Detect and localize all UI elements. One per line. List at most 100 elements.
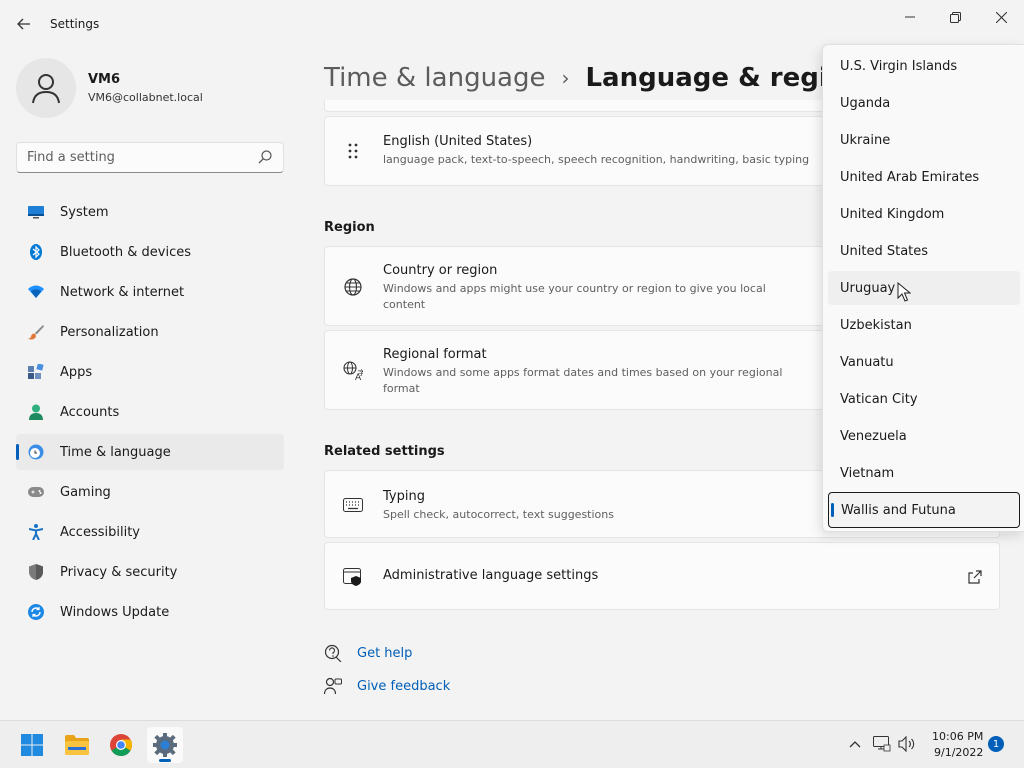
search-box[interactable]: Find a setting [16, 142, 284, 173]
network-icon [873, 736, 891, 752]
country-option[interactable]: Vatican City [828, 382, 1020, 416]
close-button[interactable] [981, 6, 1021, 28]
volume-icon [898, 736, 915, 752]
back-button[interactable] [12, 12, 36, 36]
country-option[interactable]: Vanuatu [828, 345, 1020, 379]
sidebar-item-privacy[interactable]: Privacy & security [16, 554, 284, 590]
related-settings-heading: Related settings [324, 444, 445, 459]
sidebar-item-personalization[interactable]: Personalization [16, 314, 284, 350]
sidebar-item-network[interactable]: Network & internet [16, 274, 284, 310]
admin-language-title: Administrative language settings [383, 568, 599, 583]
sidebar-item-label: Gaming [60, 484, 111, 500]
title-bar: Settings [0, 0, 1024, 48]
back-arrow-icon [17, 18, 30, 30]
notification-badge[interactable]: 1 [988, 736, 1004, 752]
sidebar-item-label: Accounts [60, 404, 120, 420]
file-explorer-button[interactable] [59, 727, 95, 763]
country-option[interactable]: United Kingdom [828, 197, 1020, 231]
feedback-icon [324, 677, 342, 695]
sidebar-item-label: Time & language [60, 444, 171, 460]
volume-tray-button[interactable] [898, 735, 916, 753]
country-option-hovered[interactable]: Uruguay [828, 271, 1020, 305]
sidebar-item-label: Accessibility [60, 524, 140, 540]
person-icon [28, 404, 44, 420]
person-icon [32, 74, 60, 104]
shield-icon [28, 564, 44, 580]
sidebar-item-accessibility[interactable]: Accessibility [16, 514, 284, 550]
monitor-icon [28, 204, 44, 220]
sidebar-item-label: Bluetooth & devices [60, 244, 191, 260]
give-feedback-link[interactable]: Give feedback [324, 674, 450, 698]
bluetooth-icon [28, 244, 44, 260]
get-help-link[interactable]: Get help [324, 641, 412, 665]
avatar[interactable] [16, 58, 76, 118]
taskbar [0, 720, 1024, 768]
external-link-icon [968, 570, 982, 584]
sidebar-item-apps[interactable]: Apps [16, 354, 284, 390]
sidebar-item-label: System [60, 204, 109, 220]
sidebar-item-bluetooth[interactable]: Bluetooth & devices [16, 234, 284, 270]
sidebar-item-system[interactable]: System [16, 194, 284, 230]
show-hidden-icons-button[interactable] [846, 735, 864, 753]
search-icon[interactable] [257, 149, 273, 165]
keyboard-icon [343, 495, 363, 515]
get-help-label[interactable]: Get help [357, 646, 412, 661]
accessibility-icon [28, 524, 44, 540]
wifi-icon [28, 284, 44, 300]
svg-text:字: 字 [358, 368, 363, 377]
clock-date[interactable]: 9/1/2022 [934, 746, 983, 759]
sidebar-item-label: Network & internet [60, 284, 185, 300]
country-option[interactable]: U.S. Virgin Islands [828, 49, 1020, 83]
network-tray-button[interactable] [873, 735, 891, 753]
sidebar-item-windows-update[interactable]: Windows Update [16, 594, 284, 630]
country-option[interactable]: Ukraine [828, 123, 1020, 157]
country-dropdown-list[interactable]: U.S. Virgin Islands Uganda Ukraine Unite… [822, 44, 1024, 532]
apps-icon [28, 364, 44, 380]
sidebar-nav: System Bluetooth & devices Network & int… [16, 194, 284, 634]
maximize-button[interactable] [935, 6, 975, 28]
user-name: VM6 [88, 72, 121, 87]
start-button[interactable] [14, 727, 50, 763]
user-email: VM6@collabnet.local [88, 91, 203, 104]
give-feedback-label[interactable]: Give feedback [357, 679, 450, 694]
gamepad-icon [28, 484, 44, 500]
sidebar-item-label: Apps [60, 364, 93, 380]
help-icon [324, 644, 342, 662]
clock-time[interactable]: 10:06 PM [932, 730, 983, 743]
minimize-icon [905, 16, 915, 18]
country-option[interactable]: Uzbekistan [828, 308, 1020, 342]
regional-format-icon: A字 [343, 361, 363, 381]
sidebar-item-accounts[interactable]: Accounts [16, 394, 284, 430]
regional-format-desc: Windows and some apps format dates and t… [383, 366, 783, 395]
selection-indicator [831, 503, 834, 517]
sidebar-item-time-language[interactable]: Time & language [16, 434, 284, 470]
country-option[interactable]: Vietnam [828, 456, 1020, 490]
sidebar-item-label: Windows Update [60, 604, 170, 620]
country-option-selected[interactable]: Wallis and Futuna [828, 492, 1020, 528]
region-heading: Region [324, 220, 375, 235]
typing-desc: Spell check, autocorrect, text suggestio… [383, 508, 614, 521]
chrome-button[interactable] [103, 727, 139, 763]
country-option[interactable]: Venezuela [828, 419, 1020, 453]
app-title: Settings [50, 17, 100, 31]
sidebar-item-gaming[interactable]: Gaming [16, 474, 284, 510]
close-icon [995, 11, 1007, 23]
admin-language-card[interactable]: Administrative language settings [324, 542, 1000, 610]
minimize-button[interactable] [890, 6, 930, 28]
breadcrumb-parent[interactable]: Time & language [324, 63, 545, 93]
country-region-title: Country or region [383, 263, 498, 278]
country-option[interactable]: United Arab Emirates [828, 160, 1020, 194]
sidebar-item-label: Privacy & security [60, 564, 178, 580]
breadcrumb: Time & language › Language & region [324, 58, 864, 98]
country-option[interactable]: Uganda [828, 86, 1020, 120]
search-input[interactable]: Find a setting [27, 150, 115, 165]
country-option[interactable]: United States [828, 234, 1020, 268]
language-features: language pack, text-to-speech, speech re… [383, 153, 810, 166]
running-indicator [159, 759, 171, 762]
globe-clock-icon [28, 444, 44, 460]
settings-button[interactable] [147, 727, 183, 763]
brush-icon [28, 324, 44, 340]
drag-handle-icon[interactable] [343, 141, 363, 161]
globe-icon [343, 277, 363, 297]
regional-format-title: Regional format [383, 347, 487, 362]
